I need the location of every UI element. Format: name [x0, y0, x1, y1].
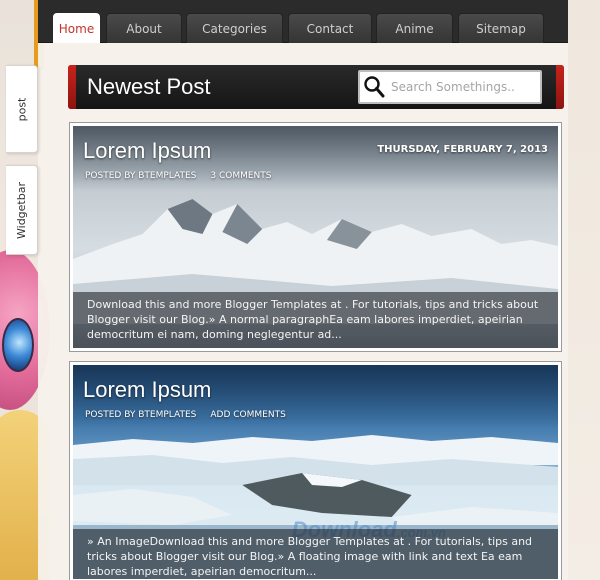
newest-post-header: Newest Post — [68, 65, 564, 109]
post-date: THURSDAY, FEBRUARY 7, 2013 — [377, 144, 548, 155]
post-card: Lorem Ipsum POSTED BY BTEMPLATES ADD COM… — [69, 361, 562, 580]
header-left-cap — [68, 65, 76, 109]
nav-tab-label: Sitemap — [476, 21, 526, 36]
header-right-cap — [556, 65, 564, 109]
nav-tab-label: Anime — [395, 21, 434, 36]
side-tab-widgetbar[interactable]: Widgetbar — [6, 165, 38, 255]
post-card: Lorem Ipsum THURSDAY, FEBRUARY 7, 2013 P… — [69, 122, 562, 352]
nav-tab-label: Home — [58, 21, 95, 36]
post-comments-link[interactable]: ADD COMMENTS — [210, 410, 285, 420]
post-image[interactable]: Lorem Ipsum THURSDAY, FEBRUARY 7, 2013 P… — [73, 126, 558, 348]
side-tab-label: post — [14, 97, 28, 121]
side-tab-label: Widgetbar — [15, 181, 29, 239]
post-excerpt: » An ImageDownload this and more Blogger… — [73, 529, 558, 579]
nav-tab-label: About — [126, 21, 162, 36]
anime-character-eye — [2, 318, 34, 372]
main-container: Home About Categories Contact Anime Site… — [38, 0, 568, 580]
nav-tab-label: Contact — [306, 21, 354, 36]
post-author: POSTED BY BTEMPLATES — [85, 410, 197, 420]
post-excerpt: Download this and more Blogger Templates… — [73, 292, 558, 348]
post-meta: POSTED BY BTEMPLATES ADD COMMENTS — [85, 410, 286, 420]
nav-tab-sitemap[interactable]: Sitemap — [458, 13, 544, 43]
post-image[interactable]: Lorem Ipsum POSTED BY BTEMPLATES ADD COM… — [73, 365, 558, 579]
search-box[interactable] — [358, 70, 542, 104]
search-icon[interactable] — [363, 75, 387, 99]
nav-tab-anime[interactable]: Anime — [376, 13, 453, 43]
post-author: POSTED BY BTEMPLATES — [85, 171, 197, 181]
nav-tab-label: Categories — [202, 21, 267, 36]
section-title: Newest Post — [87, 74, 211, 99]
nav-tab-about[interactable]: About — [106, 13, 182, 43]
nav-tab-categories[interactable]: Categories — [186, 13, 283, 43]
side-tab-post[interactable]: post — [6, 65, 38, 153]
search-input[interactable] — [391, 80, 539, 94]
nav-tab-contact[interactable]: Contact — [288, 13, 372, 43]
post-comments-link[interactable]: 3 COMMENTS — [210, 171, 271, 181]
nav-tab-home[interactable]: Home — [53, 13, 100, 43]
post-title[interactable]: Lorem Ipsum — [83, 138, 211, 164]
post-title[interactable]: Lorem Ipsum — [83, 377, 211, 403]
post-meta: POSTED BY BTEMPLATES 3 COMMENTS — [85, 171, 272, 181]
top-navigation: Home About Categories Contact Anime Site… — [38, 0, 568, 43]
